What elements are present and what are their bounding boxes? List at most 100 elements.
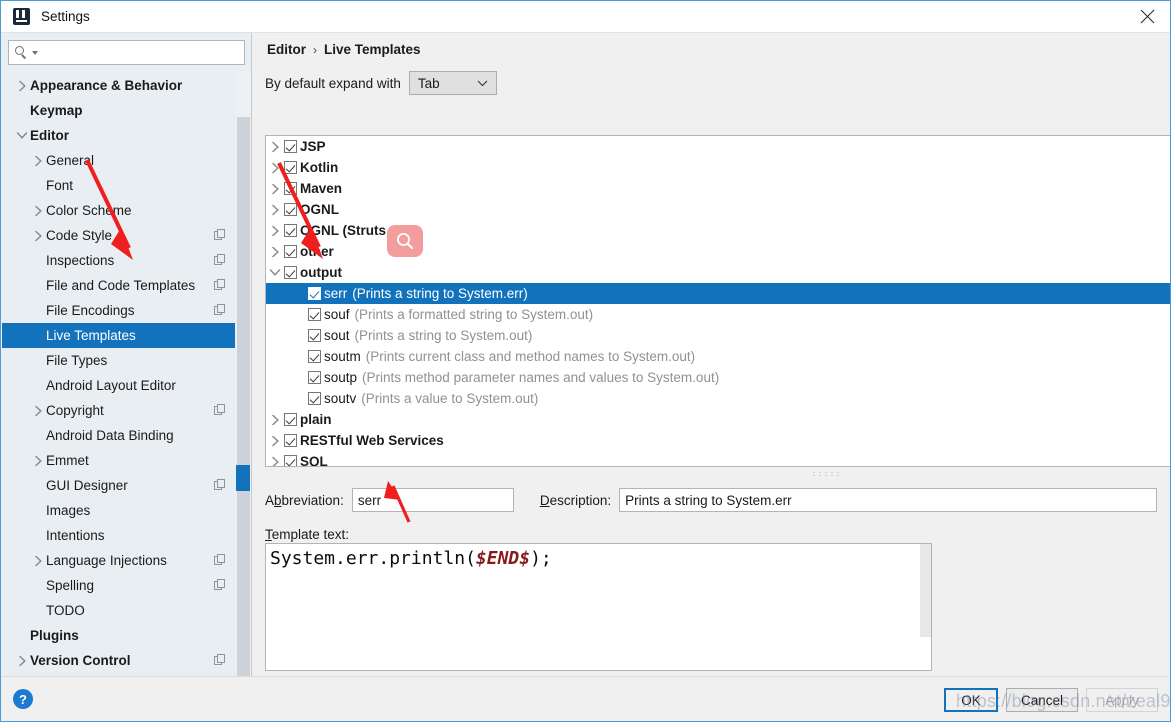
checkbox-icon[interactable] bbox=[284, 182, 297, 195]
tree-row[interactable]: OGNL (Struts 2) bbox=[266, 220, 1170, 241]
chevron-right-icon[interactable] bbox=[30, 548, 46, 573]
tree-row[interactable]: SQL bbox=[266, 451, 1170, 466]
chevron-right-icon[interactable] bbox=[14, 648, 30, 673]
checkbox-icon[interactable] bbox=[308, 329, 321, 342]
sidebar-item-gui-designer[interactable]: GUI Designer bbox=[2, 473, 235, 498]
sidebar-item-plugins[interactable]: Plugins bbox=[2, 623, 235, 648]
chevron-right-icon[interactable] bbox=[266, 199, 284, 220]
copy-settings-icon[interactable] bbox=[214, 579, 227, 592]
search-field[interactable] bbox=[38, 42, 244, 63]
checkbox-icon[interactable] bbox=[308, 308, 321, 321]
chevron-right-icon[interactable] bbox=[30, 223, 46, 248]
copy-settings-icon[interactable] bbox=[214, 554, 227, 567]
breadcrumb-root[interactable]: Editor bbox=[267, 42, 306, 57]
checkbox-icon[interactable] bbox=[308, 287, 321, 300]
tree-row[interactable]: soutv (Prints a value to System.out) bbox=[266, 388, 1170, 409]
tree-row[interactable]: Maven bbox=[266, 178, 1170, 199]
chevron-right-icon[interactable] bbox=[266, 136, 284, 157]
abbreviation-input[interactable]: serr bbox=[351, 488, 514, 512]
sidebar-item-color-scheme[interactable]: Color Scheme bbox=[2, 198, 235, 223]
checkbox-icon[interactable] bbox=[284, 434, 297, 447]
chevron-right-icon[interactable] bbox=[266, 157, 284, 178]
checkbox-icon[interactable] bbox=[308, 392, 321, 405]
sidebar-item-emmet[interactable]: Emmet bbox=[2, 448, 235, 473]
tree-row[interactable]: JSP bbox=[266, 136, 1170, 157]
checkbox-icon[interactable] bbox=[308, 350, 321, 363]
sidebar-item-android-layout-editor[interactable]: Android Layout Editor bbox=[2, 373, 235, 398]
sidebar-item-editor[interactable]: Editor bbox=[2, 123, 235, 148]
sidebar-item-language-injections[interactable]: Language Injections bbox=[2, 548, 235, 573]
tree-row[interactable]: plain bbox=[266, 409, 1170, 430]
tree-row[interactable]: output bbox=[266, 262, 1170, 283]
chevron-right-icon[interactable] bbox=[30, 198, 46, 223]
sidebar-item-images[interactable]: Images bbox=[2, 498, 235, 523]
sidebar-item-intentions[interactable]: Intentions bbox=[2, 523, 235, 548]
chevron-right-icon[interactable] bbox=[30, 398, 46, 423]
chevron-right-icon[interactable] bbox=[14, 73, 30, 98]
tree-row[interactable]: soutp (Prints method parameter names and … bbox=[266, 367, 1170, 388]
sidebar-item-version-control[interactable]: Version Control bbox=[2, 648, 235, 673]
sidebar-item-appearance-behavior[interactable]: Appearance & Behavior bbox=[2, 73, 235, 98]
close-icon[interactable] bbox=[1124, 1, 1170, 32]
checkbox-icon[interactable] bbox=[308, 371, 321, 384]
tree-row[interactable]: Kotlin bbox=[266, 157, 1170, 178]
chevron-right-icon[interactable] bbox=[266, 451, 284, 466]
template-text-editor[interactable]: System.err.println($END$); bbox=[265, 543, 932, 671]
tree-row[interactable]: sout (Prints a string to System.out) bbox=[266, 325, 1170, 346]
search-input[interactable] bbox=[8, 40, 245, 65]
chevron-right-icon[interactable] bbox=[266, 409, 284, 430]
chevron-right-icon[interactable] bbox=[266, 178, 284, 199]
chevron-right-icon[interactable] bbox=[30, 148, 46, 173]
default-expand-select[interactable]: Tab bbox=[408, 71, 497, 95]
checkbox-icon[interactable] bbox=[284, 203, 297, 216]
ok-button[interactable]: OK bbox=[944, 688, 998, 712]
sidebar-scrollbar-thumb[interactable] bbox=[236, 117, 250, 676]
checkbox-icon[interactable] bbox=[284, 140, 297, 153]
sidebar-item-todo[interactable]: TODO bbox=[2, 598, 235, 623]
copy-settings-icon[interactable] bbox=[214, 279, 227, 292]
sidebar-item-file-and-code-templates[interactable]: File and Code Templates bbox=[2, 273, 235, 298]
sidebar-item-code-style[interactable]: Code Style bbox=[2, 223, 235, 248]
sidebar-item-live-templates[interactable]: Live Templates bbox=[2, 323, 235, 348]
sidebar-scrollbar[interactable] bbox=[236, 71, 251, 676]
copy-settings-icon[interactable] bbox=[214, 404, 227, 417]
panel-splitter[interactable] bbox=[265, 469, 1170, 478]
copy-settings-icon[interactable] bbox=[214, 479, 227, 492]
help-icon[interactable]: ? bbox=[13, 689, 33, 709]
chevron-right-icon[interactable] bbox=[266, 220, 284, 241]
sidebar-item-file-encodings[interactable]: File Encodings bbox=[2, 298, 235, 323]
live-templates-tree[interactable]: JSP Kotlin Maven OGNL OGNL (Struts 2) other ou… bbox=[265, 135, 1170, 467]
copy-settings-icon[interactable] bbox=[214, 254, 227, 267]
tree-row[interactable]: OGNL bbox=[266, 199, 1170, 220]
chevron-down-icon[interactable] bbox=[266, 262, 284, 283]
checkbox-icon[interactable] bbox=[284, 245, 297, 258]
template-text-scrollbar[interactable] bbox=[920, 544, 931, 637]
chevron-right-icon[interactable] bbox=[30, 448, 46, 473]
copy-settings-icon[interactable] bbox=[214, 304, 227, 317]
chevron-down-icon[interactable] bbox=[14, 123, 30, 148]
tree-row[interactable]: souf (Prints a formatted string to System… bbox=[266, 304, 1170, 325]
copy-settings-icon[interactable] bbox=[214, 229, 227, 242]
tree-row[interactable]: RESTful Web Services bbox=[266, 430, 1170, 451]
checkbox-icon[interactable] bbox=[284, 224, 297, 237]
sidebar-item-android-data-binding[interactable]: Android Data Binding bbox=[2, 423, 235, 448]
tree-row[interactable]: serr (Prints a string to System.err) bbox=[266, 283, 1170, 304]
sidebar-item-inspections[interactable]: Inspections bbox=[2, 248, 235, 273]
checkbox-icon[interactable] bbox=[284, 413, 297, 426]
checkbox-icon[interactable] bbox=[284, 266, 297, 279]
checkbox-icon[interactable] bbox=[284, 161, 297, 174]
chevron-right-icon[interactable] bbox=[266, 430, 284, 451]
sidebar-item-general[interactable]: General bbox=[2, 148, 235, 173]
sidebar-item-copyright[interactable]: Copyright bbox=[2, 398, 235, 423]
sidebar-item-keymap[interactable]: Keymap bbox=[2, 98, 235, 123]
sidebar-item-spelling[interactable]: Spelling bbox=[2, 573, 235, 598]
tree-row[interactable]: soutm (Prints current class and method na… bbox=[266, 346, 1170, 367]
checkbox-icon[interactable] bbox=[284, 455, 297, 466]
chevron-right-icon[interactable] bbox=[266, 241, 284, 262]
sidebar-item-font[interactable]: Font bbox=[2, 173, 235, 198]
sidebar-item-file-types[interactable]: File Types bbox=[2, 348, 235, 373]
cancel-button[interactable]: Cancel bbox=[1006, 688, 1078, 712]
description-input[interactable]: Prints a string to System.err bbox=[619, 488, 1157, 512]
tree-row[interactable]: other bbox=[266, 241, 1170, 262]
copy-settings-icon[interactable] bbox=[214, 654, 227, 667]
